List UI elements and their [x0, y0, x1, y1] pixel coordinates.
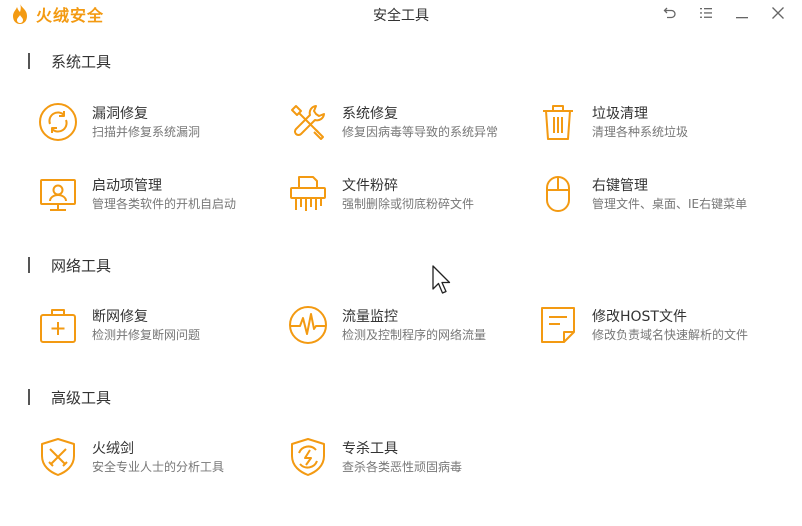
- tool-traffic-monitor[interactable]: 流量监控 检测及控制程序的网络流量: [288, 301, 518, 349]
- tool-description: 清理各种系统垃圾: [592, 125, 689, 139]
- tool-context-menu-manager[interactable]: 右键管理 管理文件、桌面、IE右键菜单: [538, 170, 768, 218]
- section-marker: [28, 53, 30, 69]
- close-button[interactable]: [760, 3, 796, 23]
- back-button[interactable]: [652, 3, 688, 23]
- tool-virus-removal[interactable]: 专杀工具 查杀各类恶性顽固病毒: [288, 433, 518, 481]
- menu-icon: [700, 8, 712, 18]
- section-header-network-tools: 网络工具: [28, 255, 111, 275]
- tool-description: 修复因病毒等导致的系统异常: [342, 125, 499, 139]
- pulse-monitor-icon: [288, 305, 328, 345]
- mouse-icon: [538, 174, 578, 214]
- shield-swords-icon: [38, 437, 78, 477]
- tool-vulnerability-fix[interactable]: 漏洞修复 扫描并修复系统漏洞: [38, 98, 268, 146]
- tool-name: 漏洞修复: [92, 106, 148, 122]
- first-aid-kit-icon: [38, 305, 78, 345]
- tool-name: 启动项管理: [92, 178, 162, 194]
- tool-name: 断网修复: [92, 309, 148, 325]
- menu-button[interactable]: [688, 3, 724, 23]
- back-icon: [663, 7, 676, 19]
- tool-name: 系统修复: [342, 106, 398, 122]
- tool-description: 管理文件、桌面、IE右键菜单: [592, 197, 748, 211]
- close-icon: [772, 7, 784, 19]
- section-header-advanced-tools: 高级工具: [28, 387, 111, 407]
- mouse-cursor-icon: [432, 265, 451, 294]
- section-title: 网络工具: [51, 256, 112, 275]
- wrench-screwdriver-icon: [288, 102, 328, 142]
- section-header-system-tools: 系统工具: [28, 51, 111, 71]
- title-bar: 火绒安全 安全工具: [0, 0, 802, 28]
- refresh-circle-icon: [38, 102, 78, 142]
- flame-logo-icon: [13, 4, 27, 24]
- shield-bolt-icon: [288, 437, 328, 477]
- tool-junk-clean[interactable]: 垃圾清理 清理各种系统垃圾: [538, 98, 768, 146]
- tool-description: 修改负责域名快速解析的文件: [592, 328, 749, 342]
- tool-huorong-sword[interactable]: 火绒剑 安全专业人士的分析工具: [38, 433, 268, 481]
- tool-description: 管理各类软件的开机自启动: [92, 197, 237, 211]
- tool-description: 安全专业人士的分析工具: [92, 460, 225, 474]
- brand: 火绒安全: [10, 3, 104, 25]
- section-title: 高级工具: [51, 388, 112, 407]
- minimize-icon: [736, 17, 748, 19]
- tool-edit-hosts[interactable]: 修改HOST文件 修改负责域名快速解析的文件: [538, 301, 768, 349]
- tool-description: 扫描并修复系统漏洞: [92, 125, 201, 139]
- tool-network-repair[interactable]: 断网修复 检测并修复断网问题: [38, 301, 268, 349]
- trash-icon: [538, 102, 578, 142]
- document-icon: [538, 305, 578, 345]
- tool-description: 检测及控制程序的网络流量: [342, 328, 487, 342]
- tool-name: 修改HOST文件: [592, 309, 687, 325]
- tool-system-repair[interactable]: 系统修复 修复因病毒等导致的系统异常: [288, 98, 518, 146]
- tool-file-shredder[interactable]: 文件粉碎 强制删除或彻底粉碎文件: [288, 170, 518, 218]
- tool-name: 火绒剑: [92, 441, 134, 457]
- tool-name: 垃圾清理: [592, 106, 648, 122]
- section-marker: [28, 257, 30, 273]
- tool-name: 专杀工具: [342, 441, 398, 457]
- monitor-icon: [38, 174, 78, 214]
- tool-name: 文件粉碎: [342, 178, 398, 194]
- shredder-icon: [288, 174, 328, 214]
- tool-startup-manager[interactable]: 启动项管理 管理各类软件的开机自启动: [38, 170, 268, 218]
- tool-name: 流量监控: [342, 309, 398, 325]
- section-title: 系统工具: [51, 52, 112, 71]
- tool-description: 检测并修复断网问题: [92, 328, 201, 342]
- minimize-button[interactable]: [724, 3, 760, 23]
- tool-description: 强制删除或彻底粉碎文件: [342, 197, 475, 211]
- brand-name: 火绒安全: [36, 6, 105, 25]
- section-marker: [28, 389, 30, 405]
- window-controls: [652, 3, 796, 23]
- tool-description: 查杀各类恶性顽固病毒: [342, 460, 463, 474]
- tool-name: 右键管理: [592, 178, 648, 194]
